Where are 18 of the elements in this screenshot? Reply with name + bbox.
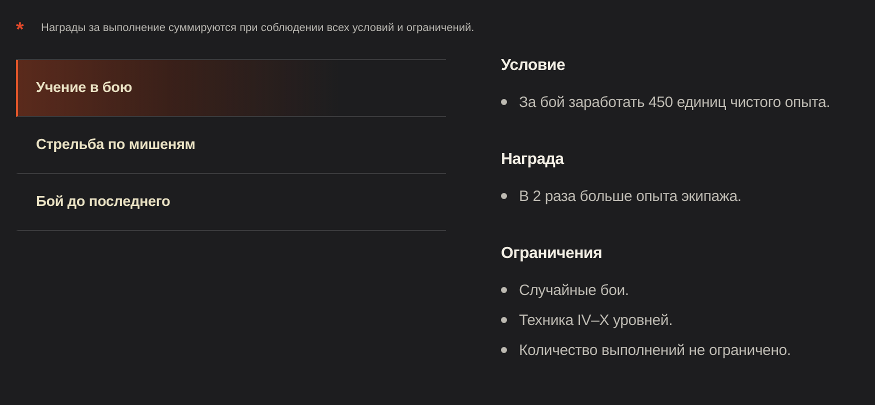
section-heading: Условие [501,57,566,75]
list-item: За бой заработать 450 единиц чистого опыта. [519,94,830,110]
note-text: Награды за выполнение суммируются при соблюдении всех условий и ограничений. [41,22,474,34]
section-heading: Награда [501,151,566,169]
asterisk: * [16,18,25,40]
bullet-icon [501,193,507,199]
mission-tab[interactable]: Бой до последнего [16,174,446,231]
bullet-icon [501,347,507,353]
list-item: В 2 раза больше опыта экипажа. [519,188,742,204]
section-heading: Ограничения [501,245,604,263]
bullet-icon [501,287,507,293]
bullet-icon [501,99,507,105]
mission-tab[interactable]: Учение в бою [16,60,446,117]
mission-tab[interactable]: Стрельба по мишеням [16,117,446,174]
list-item: Техника IV–X уровней. [519,312,673,328]
bullet-icon [501,317,507,323]
list-item: Случайные бои. [519,282,629,298]
list-item: Количество выполнений не ограничено. [519,342,791,358]
